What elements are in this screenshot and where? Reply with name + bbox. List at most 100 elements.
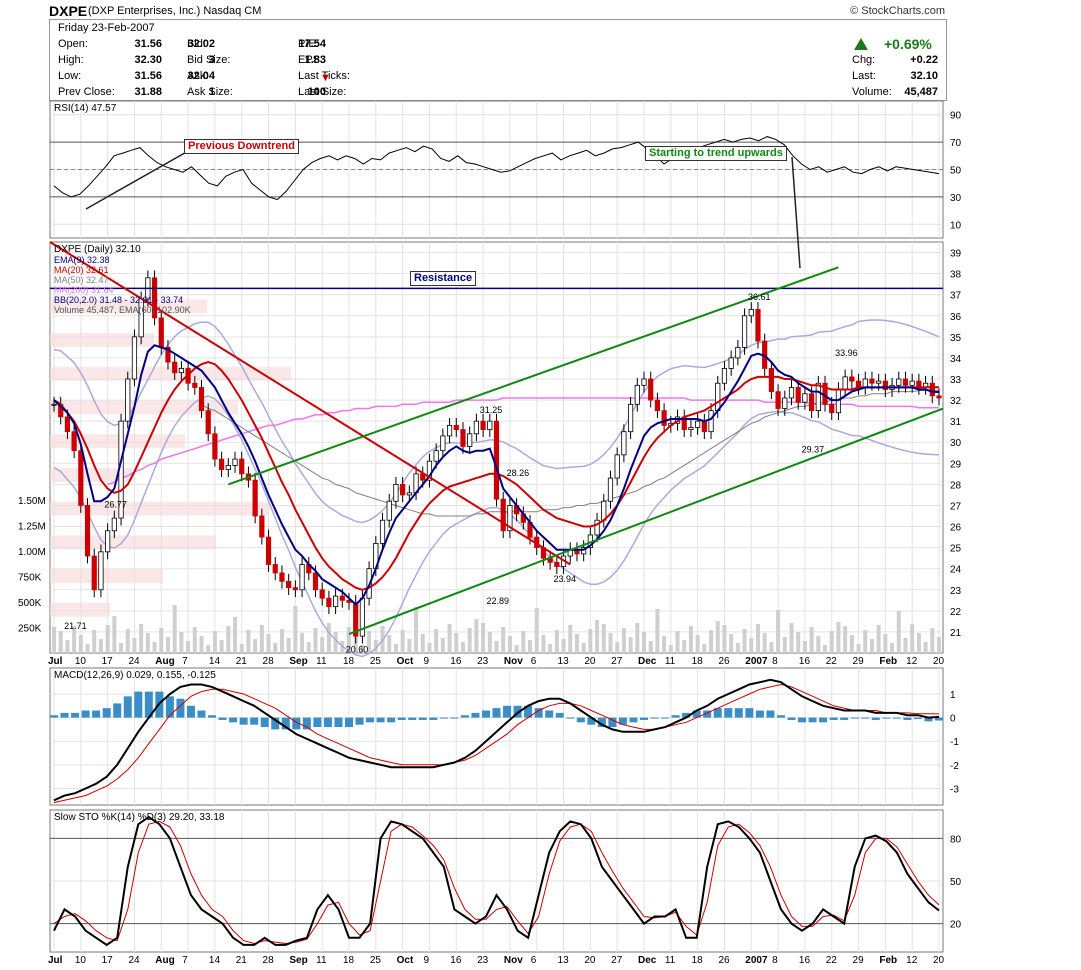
macd-histogram-bar [439,717,448,719]
candle-body [627,403,634,433]
candle-body [849,376,855,382]
volume-bar [534,608,539,653]
macd-histogram-bar [197,710,206,718]
x-tick-bottom: 9 [423,955,429,966]
volume-bar [903,638,908,653]
x-tick-bottom: 26 [718,955,730,966]
candle-body [84,505,91,557]
candle-body [688,427,694,430]
macd-histogram-bar [218,717,227,720]
macd-histogram-bar [323,717,332,728]
volume-tick: 500K [18,598,42,609]
x-tick-bottom: 20 [584,955,596,966]
candle-body [661,410,667,426]
macd-histogram-bar [186,705,195,718]
volume-bar [802,641,807,653]
macd-histogram-bar [808,717,817,723]
volume-bar [574,634,579,653]
candle-body [782,397,788,409]
x-tick-bottom: 11 [665,955,676,966]
candle-body [876,380,882,384]
macd-histogram-bar [345,717,353,728]
candle-body [292,587,298,591]
candle-body [272,564,278,574]
volume-by-price-bar [50,333,154,348]
x-tick-bottom: 21 [236,955,248,966]
candle-body [607,477,614,502]
volume-bar [856,644,861,653]
volume-bar [440,638,445,653]
price-label: 31.25 [480,405,503,415]
macd-histogram-bar [355,717,364,725]
volume-bar [152,642,157,653]
candle-body [748,309,754,317]
price-tick: 29 [950,459,962,470]
macd-histogram-bar [408,717,417,720]
candle-body [862,378,868,388]
volume-bar [293,606,298,653]
price-label: 36.61 [748,292,771,302]
macd-histogram-bar [892,717,901,719]
volume-bar [132,638,137,653]
price-tick: 22 [950,607,962,618]
volume-bar [393,644,398,653]
sto-tick: 80 [950,834,962,845]
macd-histogram-bar [629,717,638,723]
x-tick: 2007 [745,656,768,667]
volume-bar [474,619,479,653]
x-tick-bottom: 11 [316,955,327,966]
macd-histogram-bar [208,715,217,718]
volume-bar [306,642,311,653]
candle-body [487,420,493,430]
rsi-tick: 10 [950,220,962,231]
macd-histogram-bar [387,717,396,723]
volume-bar [849,635,854,653]
x-tick-bottom: 18 [343,955,355,966]
volume-bar [796,632,801,653]
volume-bar [98,639,103,653]
volume-bar [554,630,559,653]
volume-bar [92,630,97,653]
candle-body [493,420,500,500]
macd-histogram-bar [819,717,828,723]
volume-bar [320,637,325,653]
x-tick-bottom: 20 [933,955,945,966]
x-tick-bottom: 24 [128,955,140,966]
volume-bar [65,640,70,653]
candle-body [205,410,211,435]
rsi-tick: 50 [950,166,962,177]
candle-body [279,572,285,582]
candle-body [701,420,707,433]
volume-bar [266,634,271,653]
volume-bar [937,637,941,653]
volume-bar [836,622,841,653]
volume-bar [454,633,459,653]
volume-bar [762,633,767,653]
price-label: 26.77 [104,499,127,509]
macd-histogram-bar [861,717,870,719]
candle-body [795,387,801,403]
x-tick-bottom: 18 [692,955,704,966]
macd-histogram-bar [724,708,733,718]
volume-bar [105,625,110,653]
x-tick: 20 [933,656,945,667]
volume-bar [494,641,499,653]
x-tick-bottom: 27 [611,955,623,966]
x-tick-bottom: 16 [799,955,811,966]
volume-bar [400,630,405,653]
candle-body [111,517,117,532]
volume-bar [695,635,700,653]
volume-bar [78,635,83,653]
candle-body [64,416,71,433]
macd-tick: 1 [950,690,956,701]
macd-histogram-bar [671,715,680,718]
volume-bar [333,632,338,653]
volume-bar [192,627,197,653]
volume-bar [273,643,278,653]
volume-bar [829,631,834,653]
volume-bar [588,629,593,653]
candle-body [326,597,332,608]
volume-bar [219,640,224,653]
macd-histogram-bar [102,708,111,718]
candle-body [192,382,198,388]
